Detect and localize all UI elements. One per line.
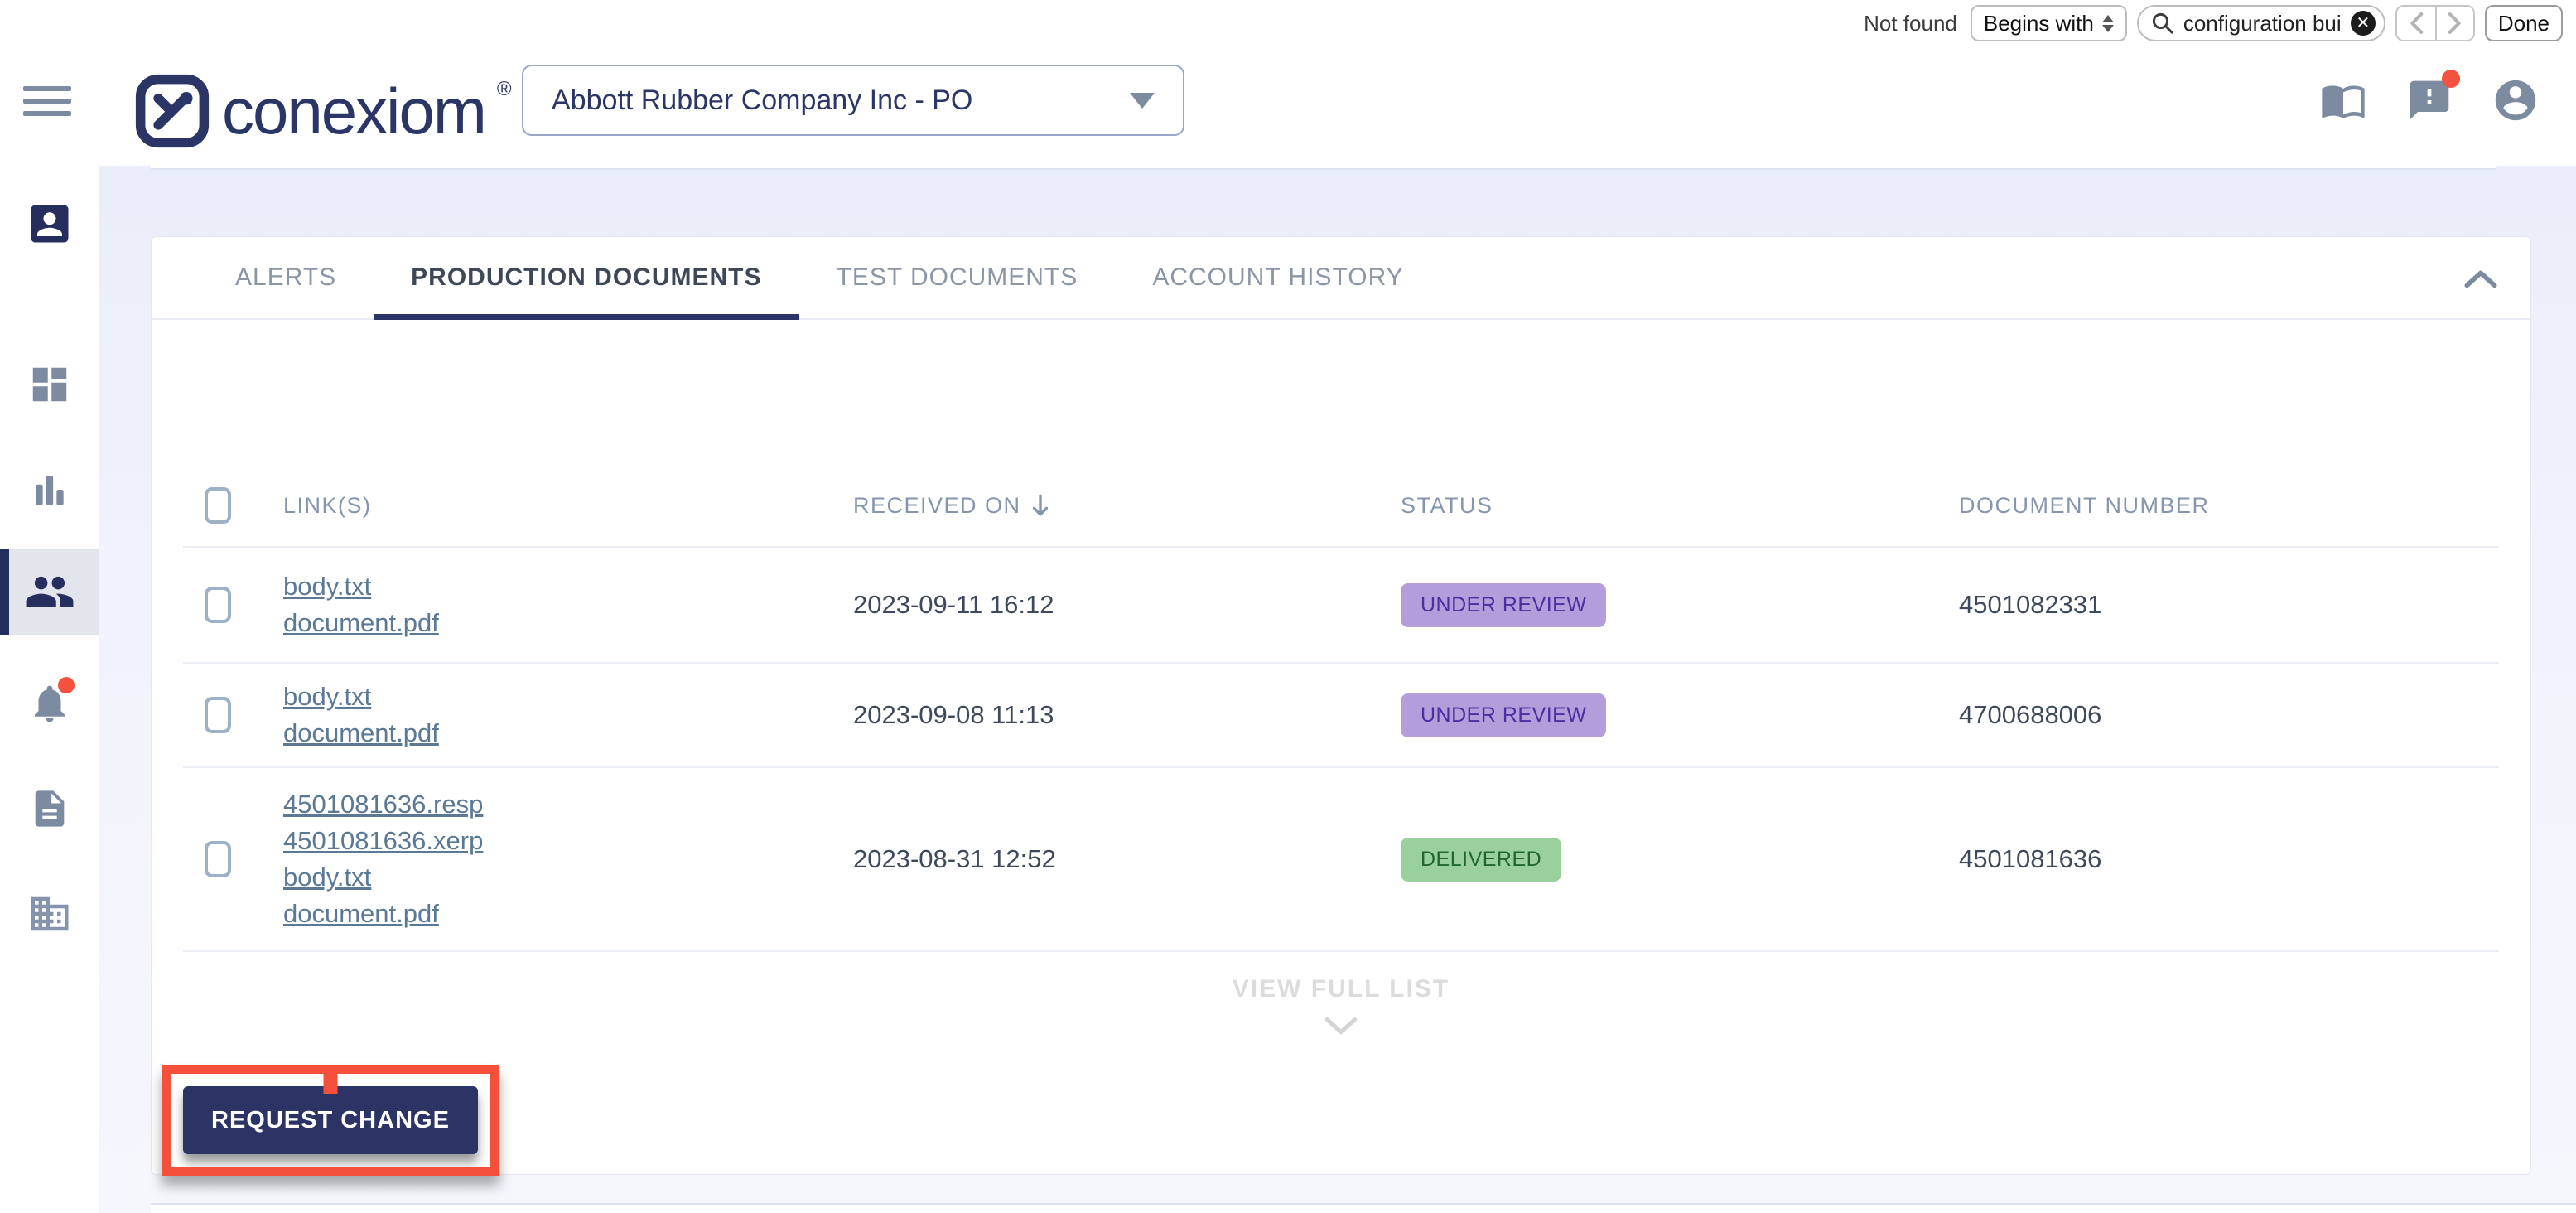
status-badge: UNDER REVIEW	[1401, 583, 1606, 627]
sidebar-item-company[interactable]	[22, 886, 78, 942]
tab-alerts[interactable]: ALERTS	[198, 237, 374, 318]
tab-production-documents[interactable]: PRODUCTION DOCUMENTS	[374, 237, 798, 318]
collapse-panel-button[interactable]	[2461, 259, 2501, 298]
tab-bar: ALERTS PRODUCTION DOCUMENTS TEST DOCUMEN…	[152, 237, 2530, 320]
header-icon-group	[2319, 76, 2540, 124]
table-row: 4501081636.resp 4501081636.xerp body.txt…	[183, 768, 2499, 952]
conexiom-logo: conexiom ®	[134, 73, 512, 149]
file-link[interactable]: body.txt	[283, 568, 371, 605]
find-match-mode-value: Begins with	[1984, 11, 2094, 36]
column-header-document-number[interactable]: DOCUMENT NUMBER	[1959, 493, 2499, 519]
table-header-row: LINK(S) RECEIVED ON STATUS DOCUMENT NUMB…	[183, 465, 2499, 548]
notifications-dot	[58, 677, 75, 693]
request-change-area: REQUEST CHANGE	[183, 1086, 478, 1154]
building-icon	[27, 892, 72, 936]
document-icon	[28, 787, 71, 830]
scrolled-card-edge	[151, 166, 2496, 170]
received-on-value: 2023-08-31 12:52	[853, 844, 1401, 874]
received-on-value: 2023-09-08 11:13	[853, 700, 1401, 730]
table-row: body.txt document.pdf 2023-09-08 11:13 U…	[183, 664, 2499, 768]
account-avatar-icon[interactable]	[2492, 76, 2540, 124]
next-card-edge	[151, 1203, 2576, 1213]
find-next-button[interactable]	[2435, 7, 2473, 40]
request-change-button[interactable]: REQUEST CHANGE	[183, 1086, 478, 1154]
status-badge: DELIVERED	[1401, 838, 1561, 882]
find-search-value: configuration build	[2183, 11, 2342, 36]
dashboard-icon	[27, 362, 72, 407]
file-link[interactable]: body.txt	[283, 679, 371, 715]
find-done-button[interactable]: Done	[2485, 5, 2563, 41]
document-number-value: 4501082331	[1959, 590, 2499, 620]
account-selector-dropdown[interactable]: Abbott Rubber Company Inc - PO	[522, 65, 1184, 136]
column-header-links[interactable]: LINK(S)	[283, 493, 853, 519]
sidebar-item-notifications[interactable]	[22, 675, 78, 732]
file-link[interactable]: document.pdf	[283, 605, 439, 641]
feedback-notification-dot	[2442, 70, 2460, 88]
find-previous-button[interactable]	[2397, 7, 2435, 40]
chevron-down-icon	[1130, 93, 1155, 109]
find-match-mode-select[interactable]: Begins with	[1971, 5, 2127, 41]
file-link[interactable]: 4501081636.resp	[283, 786, 483, 823]
file-link[interactable]: document.pdf	[283, 896, 439, 932]
status-badge: UNDER REVIEW	[1401, 693, 1606, 737]
sidebar-nav	[0, 166, 99, 1213]
clear-search-icon[interactable]: ✕	[2351, 11, 2376, 36]
sidebar-item-dashboard[interactable]	[22, 356, 78, 413]
documentation-book-icon[interactable]	[2319, 76, 2367, 124]
search-icon	[2150, 11, 2175, 36]
menu-icon[interactable]	[23, 86, 71, 123]
document-number-value: 4700688006	[1959, 700, 2499, 730]
chevron-up-icon	[2464, 268, 2497, 289]
account-box-icon	[25, 199, 75, 249]
file-link[interactable]: body.txt	[283, 859, 371, 896]
row-checkbox[interactable]	[205, 841, 231, 877]
column-header-status[interactable]: STATUS	[1401, 493, 1959, 519]
find-nav-buttons	[2395, 5, 2475, 41]
bar-chart-icon	[29, 469, 70, 510]
row-checkbox[interactable]	[205, 587, 231, 623]
select-updown-icon	[2102, 15, 2114, 32]
browser-find-bar: Not found Begins with configuration buil…	[1864, 5, 2563, 41]
sidebar-item-account-box[interactable]	[22, 196, 78, 252]
table-row: body.txt document.pdf 2023-09-11 16:12 U…	[183, 548, 2499, 664]
chevron-down-icon[interactable]	[1324, 1017, 1358, 1037]
app-screen: Not found Begins with configuration buil…	[0, 0, 2576, 1213]
sidebar-item-customers[interactable]	[22, 563, 78, 620]
people-icon	[24, 566, 75, 617]
document-number-value: 4501081636	[1959, 844, 2499, 874]
account-selector-value: Abbott Rubber Company Inc - PO	[552, 85, 1130, 117]
file-link[interactable]: 4501081636.xerp	[283, 823, 483, 859]
sidebar-item-analytics[interactable]	[22, 462, 78, 518]
tab-test-documents[interactable]: TEST DOCUMENTS	[799, 237, 1116, 318]
registered-trademark: ®	[497, 78, 512, 101]
select-all-checkbox[interactable]	[205, 487, 231, 524]
column-header-received-on-label: RECEIVED ON	[853, 493, 1021, 519]
conexiom-logo-mark-icon	[134, 73, 210, 149]
sort-descending-icon[interactable]	[1030, 493, 1051, 518]
find-status-text: Not found	[1864, 11, 1957, 36]
documents-table: LINK(S) RECEIVED ON STATUS DOCUMENT NUMB…	[183, 465, 2499, 1037]
file-link[interactable]: document.pdf	[283, 715, 439, 751]
view-full-list: VIEW FULL LIST	[183, 975, 2499, 1037]
column-header-received-on[interactable]: RECEIVED ON	[853, 493, 1401, 519]
find-search-input[interactable]: configuration build ✕	[2137, 5, 2385, 41]
documents-card: ALERTS PRODUCTION DOCUMENTS TEST DOCUMEN…	[151, 236, 2531, 1175]
received-on-value: 2023-09-11 16:12	[853, 590, 1401, 620]
sidebar-item-documents[interactable]	[22, 780, 78, 837]
feedback-icon[interactable]	[2405, 76, 2453, 124]
tab-account-history[interactable]: ACCOUNT HISTORY	[1115, 237, 1440, 318]
view-full-list-button[interactable]: VIEW FULL LIST	[1233, 975, 1450, 1003]
row-checkbox[interactable]	[205, 697, 231, 733]
logo-wordmark: conexiom	[222, 73, 485, 149]
main-content: ALERTS PRODUCTION DOCUMENTS TEST DOCUMEN…	[99, 166, 2576, 1213]
